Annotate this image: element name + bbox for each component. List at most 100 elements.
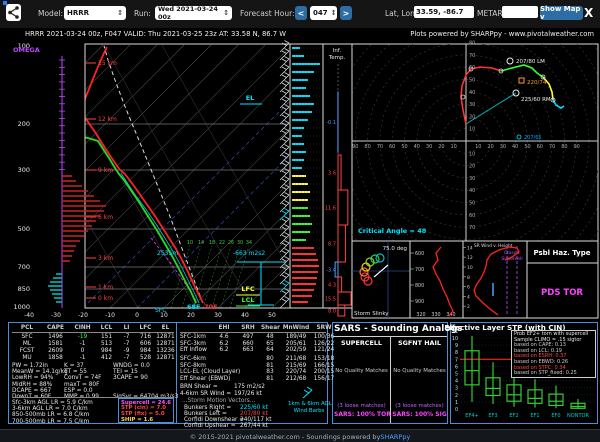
thermo-header: PCL: [14, 325, 40, 331]
thermo-cell: 1581: [42, 341, 69, 347]
srw46-label: 4-6km SR Wind =: [180, 391, 231, 397]
thermo-stat: DCAPE = 667: [12, 388, 51, 394]
storm-vector-value: 240/117 kt: [240, 417, 272, 423]
sars-loose-matches: (3 loose matches): [392, 403, 447, 409]
storm-vector-label: Bunkers Left =: [184, 411, 227, 417]
storm-vector-label: Corfidi Upshear =: [184, 423, 236, 429]
sars-loose-matches: (3 loose matches): [334, 403, 389, 409]
table-divider: [180, 332, 326, 333]
kinematics-cell: 126/22: [312, 341, 336, 347]
kinematics-header: SRW: [312, 325, 336, 331]
lapse-rate: 850-500mb LR = 6.8 C/km: [12, 412, 89, 418]
kinematics-cell: 663: [238, 347, 258, 353]
thermo-cell: 606: [136, 341, 155, 347]
kinematics-cell: 166/15: [312, 363, 336, 369]
kinematics-cell: 48: [261, 334, 279, 340]
thermo-stat: MidRH = 88%: [12, 382, 52, 388]
kinematics-cell: 212/68: [282, 376, 310, 382]
sars-column-header: SGFNT HAIL: [392, 339, 447, 347]
kinematics-cell: 205/61: [282, 341, 310, 347]
thermo-stat: PW = 1.72in: [12, 363, 48, 369]
stp-legend: Prob EF2+ torn with supercellSample CLIM…: [511, 330, 596, 378]
storm-vector-label: Bunkers Right =: [184, 405, 231, 411]
thermo-header: EL: [156, 325, 175, 331]
sars-column-header: SUPERCELL: [334, 339, 389, 347]
kinematics-cell: 189/49: [282, 334, 310, 340]
brn-shear-label: BRN Shear =: [180, 384, 218, 390]
thermo-stat: MeanW = 14.1g/kg: [12, 369, 68, 375]
kinematics-cell: 200/15: [312, 369, 336, 375]
storm-motion-title: ...Storm Motion Vectors...: [182, 398, 255, 404]
thermo-cell: 12871: [156, 334, 175, 340]
thermo-stat: K = 37: [64, 363, 84, 369]
kinematics-cell: 6.2: [214, 347, 234, 353]
sars-body: No Quality Matches: [392, 368, 447, 374]
sars-match: SARS: 100% SIG: [392, 411, 447, 418]
kinematics-label: SFC-3km: [180, 341, 206, 347]
kinematics-label: SFC-8km: [180, 363, 206, 369]
kinematics-cell: 6.2: [214, 341, 234, 347]
thermo-cell: 12871: [156, 341, 175, 347]
kinematics-cell: 156/17: [312, 376, 336, 382]
table-divider: [12, 332, 174, 333]
composite-index: SHIP = 1.6: [121, 417, 153, 423]
thermo-header: CAPE: [42, 325, 69, 331]
thermo-cell: -7: [118, 355, 135, 361]
kinematics-cell: 153/18: [312, 356, 336, 362]
tables-layer: PCLCAPECINHLCLLILFCELSFC1496-19151-77161…: [0, 0, 600, 442]
thermo-cell: 984: [136, 348, 155, 354]
kinematics-label: Eff Shear (EBWD): [180, 376, 230, 382]
kinematics-cell: 220/74: [282, 369, 310, 375]
thermo-cell: 2609: [42, 348, 69, 354]
kinematics-label: Eff Inflow: [180, 347, 207, 353]
thermo-stat: WNDG = 0.0: [113, 363, 150, 369]
thermo-cell: SFC: [14, 334, 40, 340]
thermo-cell: 12871: [156, 355, 175, 361]
storm-vector-value: 267/44 kt: [240, 423, 268, 429]
brn-shear-value: 175 m2/s2: [234, 384, 265, 390]
thermo-cell: 13236: [156, 348, 175, 354]
lapse-rate: Sfc-3km AGL LR = 5.9 C/km: [12, 400, 93, 406]
kinematics-cell: 100/36: [312, 334, 336, 340]
thermo-cell: -19: [70, 334, 95, 340]
thermo-stat: TEI = 15: [113, 369, 138, 375]
thermo-cell: -7: [118, 334, 135, 340]
thermo-stat: LowRH = 94%: [12, 375, 53, 381]
sars-match: SARS: 100% TOR: [334, 411, 389, 418]
kinematics-label: SFC-1km: [180, 334, 206, 340]
stp-legend-line: based on STP_fixed: 0.25: [514, 371, 593, 377]
kinematics-label: SFC-6km: [180, 356, 206, 362]
thermo-header: LFC: [136, 325, 155, 331]
sars-title: SARS - Sounding Analogs: [334, 324, 446, 334]
kinematics-header: MnWind: [282, 325, 310, 331]
thermo-cell: MU: [14, 355, 40, 361]
barb-note: Wind Barbs: [288, 408, 330, 414]
kinematics-cell: 497: [238, 334, 258, 340]
barb-note: 1km & 6km AGL: [288, 401, 330, 407]
thermo-cell: -1: [70, 355, 95, 361]
kinematics-cell: 65: [261, 341, 279, 347]
srw46-value: 197/26 kt: [234, 391, 262, 397]
kinematics-cell: 121/24: [312, 347, 336, 353]
thermo-stat: maxT = 80F: [64, 382, 99, 388]
lapse-rate: 3-6km AGL LR = 7.0 C/km: [12, 406, 88, 412]
kinematics-cell: 81: [261, 376, 279, 382]
thermo-stat: 3CAPE = 90: [113, 375, 148, 381]
thermo-cell: 528: [136, 355, 155, 361]
kinematics-cell: 4.6: [214, 334, 234, 340]
kinematics-header: EHI: [214, 325, 234, 331]
sars-body: No Quality Matches: [334, 368, 389, 374]
thermo-stat: TT = 55: [64, 369, 87, 375]
storm-vector-value: 207/80 kt: [240, 411, 268, 417]
kinematics-label: LCL-EL (Cloud Layer): [180, 369, 240, 375]
thermo-header: LI: [118, 325, 135, 331]
thermo-cell: 0: [70, 348, 95, 354]
thermo-cell: 151: [96, 334, 117, 340]
thermo-header: CINH: [70, 325, 95, 331]
kinematics-header: SRH: [238, 325, 258, 331]
thermo-cell: 716: [136, 334, 155, 340]
thermo-cell: 513: [96, 341, 117, 347]
thermo-cell: ML: [14, 341, 40, 347]
kinematics-cell: 80: [261, 356, 279, 362]
kinematics-cell: 81: [261, 363, 279, 369]
